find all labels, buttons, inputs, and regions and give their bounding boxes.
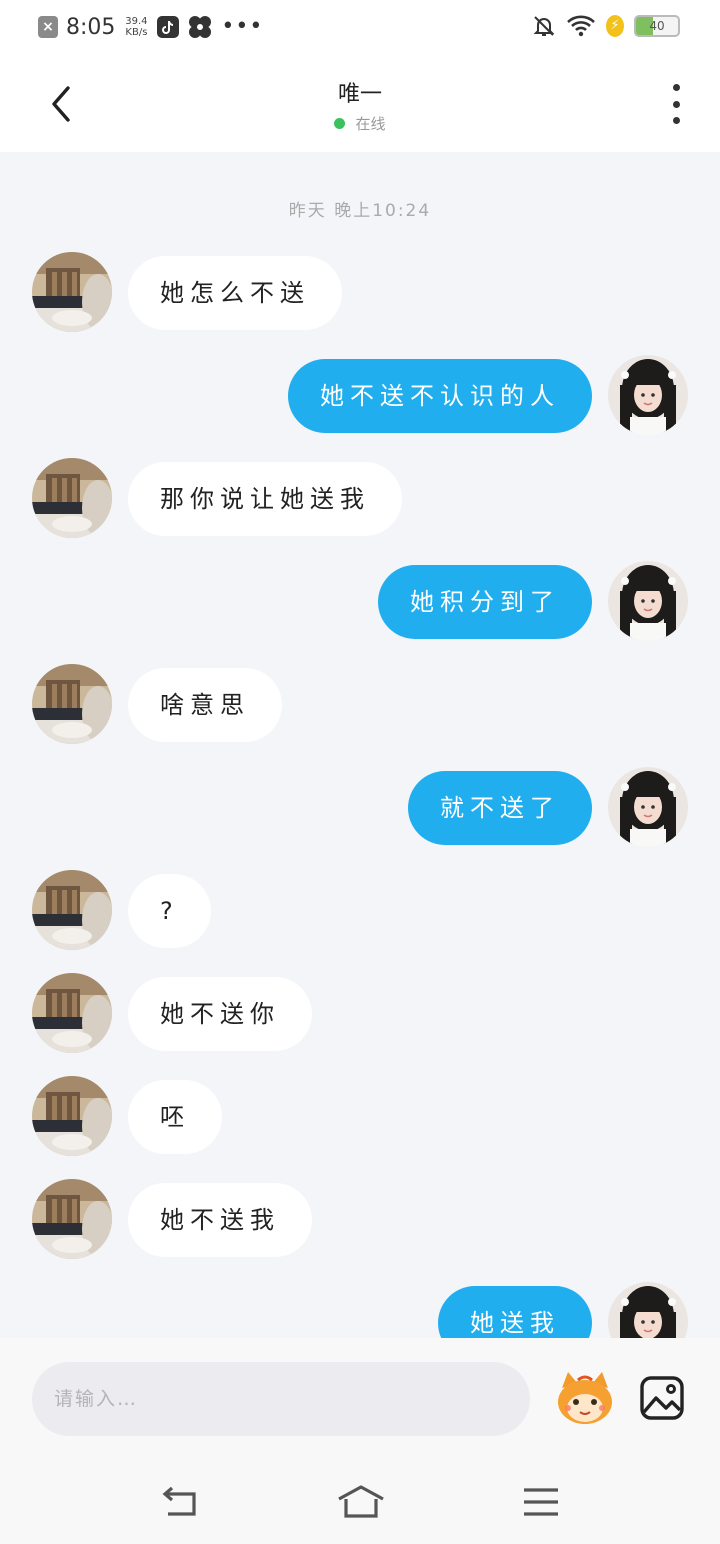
more-notifications-icon: •••: [221, 14, 264, 39]
contact-avatar[interactable]: [32, 1076, 112, 1156]
nav-menu-button[interactable]: [522, 1486, 560, 1518]
message-bubble[interactable]: 她怎么不送: [128, 256, 342, 330]
input-bar: [0, 1338, 720, 1544]
online-dot: [334, 118, 346, 129]
network-speed-unit: KB/s: [125, 27, 148, 38]
message-bubble[interactable]: 啥意思: [128, 668, 282, 742]
message-bubble[interactable]: 她不送不认识的人: [288, 359, 592, 433]
notification-close-icon: ×: [38, 16, 58, 38]
status-left: × 8:05 39.4 KB/s •••: [38, 14, 263, 40]
system-navigation-bar: [0, 1466, 720, 1544]
online-status-text: 在线: [355, 115, 386, 133]
battery-indicator: 40: [634, 15, 680, 37]
my-avatar[interactable]: [608, 767, 688, 847]
sent-message: 她积分到了: [0, 561, 720, 641]
nav-back-button[interactable]: [160, 1486, 200, 1520]
network-speed-value: 39.4: [125, 16, 148, 27]
more-dot: [672, 100, 680, 108]
contact-avatar[interactable]: [32, 870, 112, 950]
charging-icon: ⚡: [606, 15, 624, 37]
chat-title: 唯一: [337, 82, 382, 107]
nav-back-icon: [162, 1486, 196, 1516]
fan-icon: [189, 16, 212, 38]
more-dot: [672, 117, 680, 124]
received-message: ?: [0, 870, 720, 950]
received-message: 她不送我: [0, 1179, 720, 1259]
message-bubble[interactable]: 她不送我: [128, 1183, 312, 1257]
wifi-icon: [567, 15, 595, 37]
image-icon: [640, 1376, 684, 1420]
contact-avatar[interactable]: [32, 664, 112, 744]
home-icon: [338, 1485, 384, 1518]
message-bubble[interactable]: 呸: [128, 1080, 222, 1154]
image-button[interactable]: [638, 1374, 686, 1422]
message-timestamp: 昨天 晚上10:24: [288, 201, 432, 221]
message-bubble[interactable]: 她不送你: [128, 977, 312, 1051]
received-message: 她不送你: [0, 973, 720, 1053]
contact-avatar[interactable]: [32, 252, 112, 332]
network-speed: 39.4 KB/s: [123, 16, 149, 38]
status-bar: × 8:05 39.4 KB/s ••• ⚡ 40: [0, 0, 720, 56]
tiktok-icon: [157, 16, 180, 38]
bell-off-icon: [533, 16, 555, 36]
my-avatar[interactable]: [608, 355, 688, 435]
sent-message: 就不送了: [0, 767, 720, 847]
received-message: 呸: [0, 1076, 720, 1156]
contact-avatar[interactable]: [32, 458, 112, 538]
received-message: 那你说让她送我: [0, 458, 720, 538]
nav-home-button[interactable]: [336, 1484, 386, 1520]
received-message: 她怎么不送: [0, 252, 720, 332]
emoji-button[interactable]: [554, 1370, 616, 1428]
message-bubble[interactable]: 就不送了: [408, 771, 592, 845]
more-options-button[interactable]: [664, 84, 688, 124]
status-right: ⚡ 40: [532, 14, 680, 38]
my-avatar[interactable]: [608, 561, 688, 641]
online-status: 在线: [0, 113, 720, 134]
message-bubble[interactable]: 她积分到了: [378, 565, 592, 639]
more-dot: [672, 84, 680, 91]
sent-message: 她不送不认识的人: [0, 355, 720, 435]
emoji-mascot-icon: [558, 1372, 612, 1424]
contact-avatar[interactable]: [32, 1179, 112, 1259]
status-time: 8:05: [66, 14, 116, 40]
chat-header: 唯一 在线: [0, 56, 720, 152]
message-bubble[interactable]: 那你说让她送我: [128, 462, 402, 536]
contact-avatar[interactable]: [32, 973, 112, 1053]
battery-text: 40: [649, 19, 665, 33]
received-message: 啥意思: [0, 664, 720, 744]
message-input[interactable]: [32, 1362, 530, 1436]
message-bubble[interactable]: ?: [128, 874, 211, 948]
menu-icon: [524, 1488, 558, 1516]
